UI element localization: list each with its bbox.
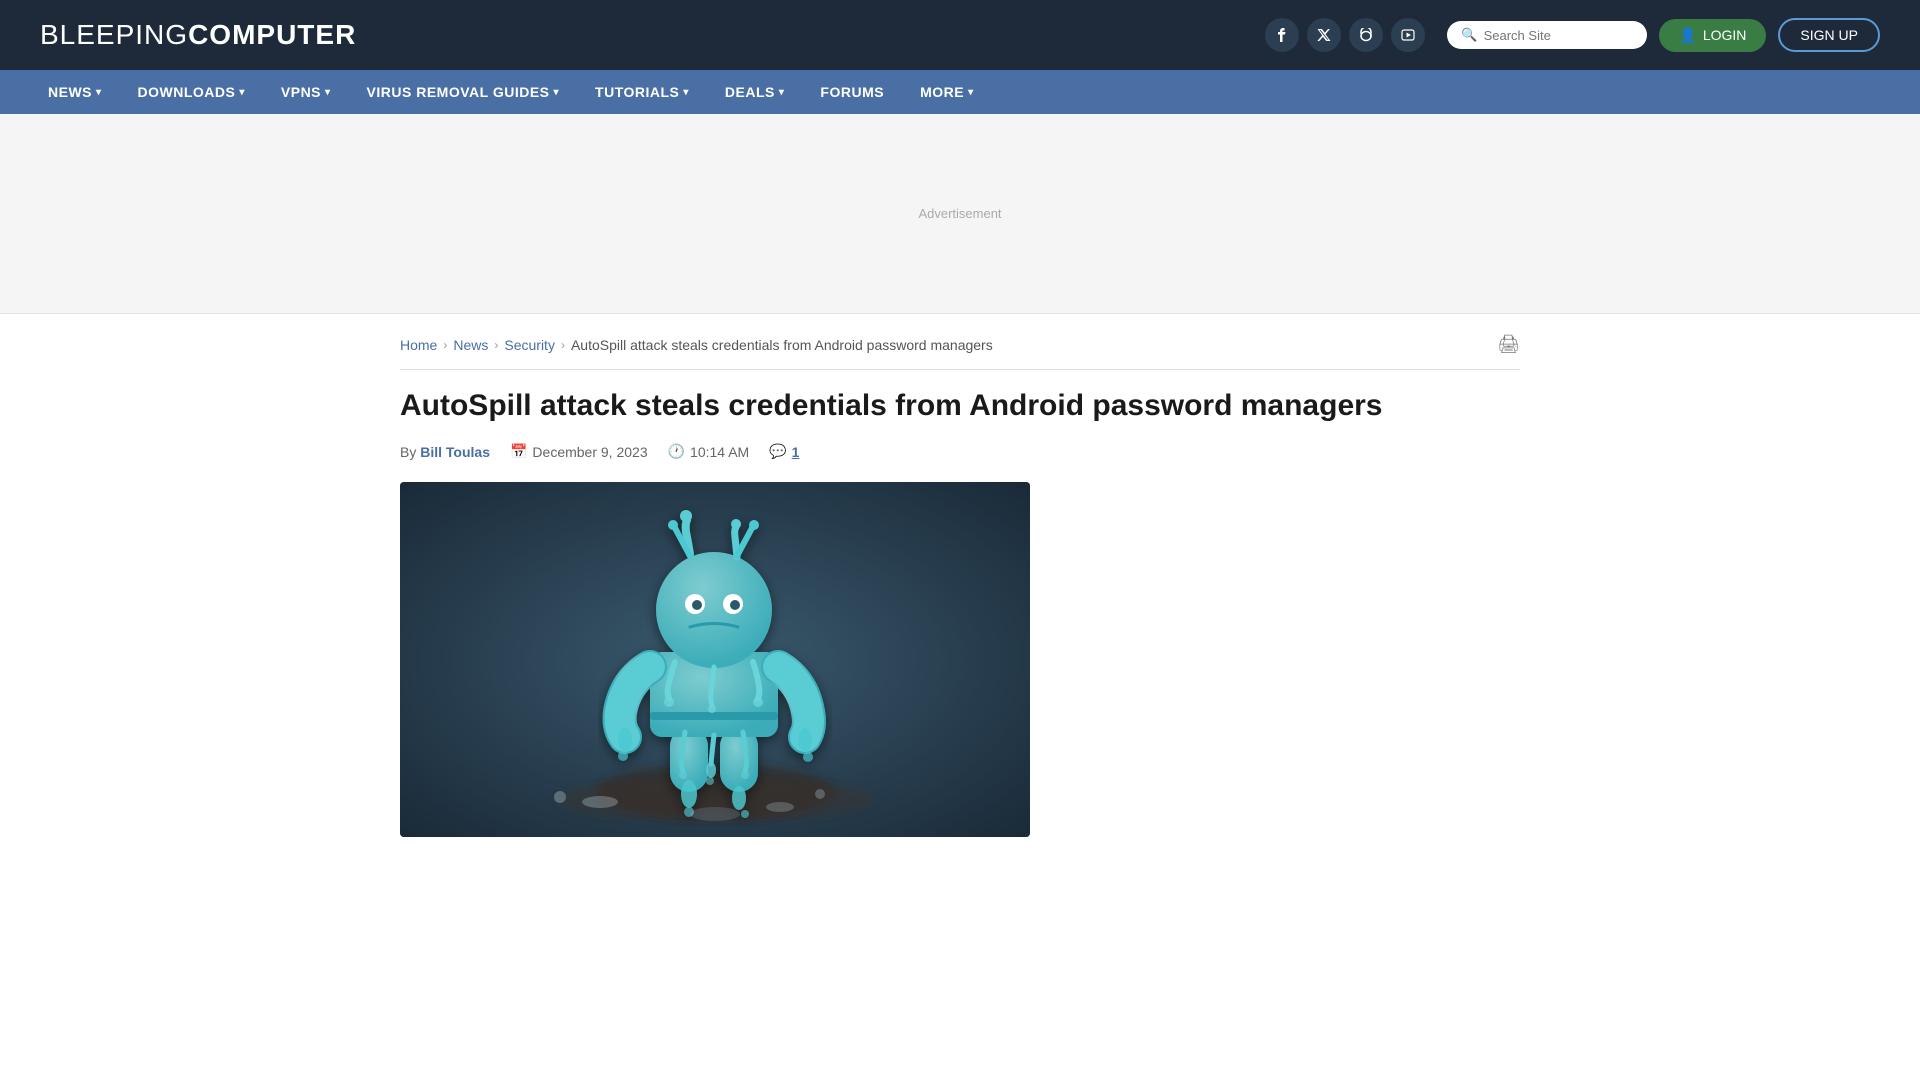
article-date: December 9, 2023 [532,444,647,460]
nav-virus-label: VIRUS REMOVAL GUIDES [367,84,550,100]
article-time: 10:14 AM [690,444,749,460]
breadcrumb-security[interactable]: Security [504,337,555,353]
article-image-svg [400,482,1030,837]
site-header: BLEEPINGCOMPUTER 🔍 👤 LOGIN SIGN UP [0,0,1920,70]
logo-light: BLEEPING [40,19,188,50]
article-title: AutoSpill attack steals credentials from… [400,386,1520,425]
print-icon[interactable]: 🖨 [1497,334,1520,355]
nav-downloads-label: DOWNLOADS [138,84,236,100]
nav-virus-arrow: ▾ [554,87,560,98]
nav-tutorials-label: TUTORIALS [595,84,679,100]
search-bar: 🔍 [1447,21,1647,49]
breadcrumb-news[interactable]: News [453,337,488,353]
date-meta: 📅 December 9, 2023 [510,443,648,460]
comments-meta: 💬 1 [769,443,799,460]
time-meta: 🕐 10:14 AM [668,443,750,460]
breadcrumb: Home › News › Security › AutoSpill attac… [400,334,1520,370]
nav-more[interactable]: MORE ▾ [902,70,992,114]
nav-vpns[interactable]: VPNS ▾ [263,70,349,114]
nav-more-arrow: ▾ [968,87,974,98]
article-meta: By Bill Toulas 📅 December 9, 2023 🕐 10:1… [400,443,1520,460]
nav-virus-removal[interactable]: VIRUS REMOVAL GUIDES ▾ [349,70,577,114]
breadcrumb-sep-2: › [494,338,498,352]
nav-more-label: MORE [920,84,964,100]
nav-tutorials-arrow: ▾ [683,87,689,98]
calendar-icon: 📅 [510,443,527,460]
nav-vpns-arrow: ▾ [325,87,331,98]
nav-forums[interactable]: FORUMS [802,70,902,114]
breadcrumb-home[interactable]: Home [400,337,437,353]
comment-count[interactable]: 1 [792,444,800,460]
advertisement-banner: Advertisement [0,114,1920,314]
nav-forums-label: FORUMS [820,84,884,100]
nav-downloads[interactable]: DOWNLOADS ▾ [120,70,263,114]
author-label: By [400,444,416,460]
comment-icon: 💬 [769,443,786,460]
main-content: Home › News › Security › AutoSpill attac… [360,314,1560,857]
nav-downloads-arrow: ▾ [239,87,245,98]
author-link[interactable]: Bill Toulas [420,444,490,460]
nav-vpns-label: VPNS [281,84,321,100]
signup-button[interactable]: SIGN UP [1778,18,1880,52]
breadcrumb-sep-1: › [443,338,447,352]
breadcrumb-current: AutoSpill attack steals credentials from… [571,337,993,353]
clock-icon: 🕐 [668,443,685,460]
nav-news[interactable]: NEWS ▾ [30,70,120,114]
twitter-icon[interactable] [1307,18,1341,52]
author-info: By Bill Toulas [400,444,490,460]
article-image [400,482,1030,837]
search-icon: 🔍 [1461,27,1477,43]
ad-placeholder-text: Advertisement [918,206,1001,221]
nav-tutorials[interactable]: TUTORIALS ▾ [577,70,707,114]
user-icon: 👤 [1679,27,1696,44]
nav-deals-label: DEALS [725,84,775,100]
login-label: LOGIN [1703,27,1747,43]
nav-deals[interactable]: DEALS ▾ [707,70,802,114]
login-button[interactable]: 👤 LOGIN [1659,19,1766,52]
social-icons-group [1265,18,1425,52]
main-nav: NEWS ▾ DOWNLOADS ▾ VPNS ▾ VIRUS REMOVAL … [0,70,1920,114]
youtube-icon[interactable] [1391,18,1425,52]
facebook-icon[interactable] [1265,18,1299,52]
signup-label: SIGN UP [1800,27,1858,43]
search-input[interactable] [1484,28,1634,43]
mastodon-icon[interactable] [1349,18,1383,52]
nav-deals-arrow: ▾ [779,87,785,98]
logo-bold: COMPUTER [188,19,356,50]
breadcrumb-sep-3: › [561,338,565,352]
header-right: 🔍 👤 LOGIN SIGN UP [1265,18,1880,52]
site-logo[interactable]: BLEEPINGCOMPUTER [40,19,356,51]
nav-news-label: NEWS [48,84,92,100]
nav-news-arrow: ▾ [96,87,102,98]
